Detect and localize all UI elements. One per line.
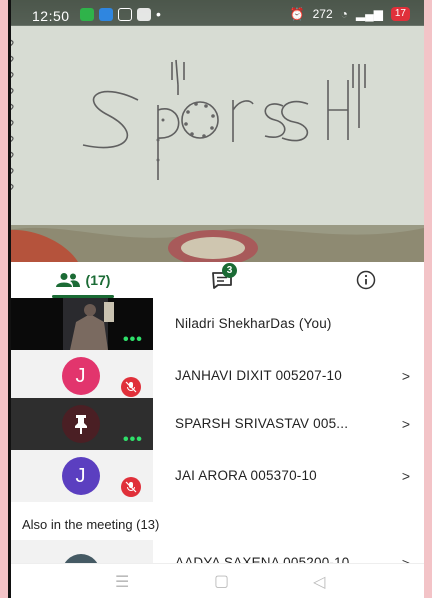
system-navigation-bar: ☰ ▢ ◁	[8, 563, 424, 598]
participant-row[interactable]: ••• Niladri ShekharDas (You)	[8, 298, 424, 350]
avatar: J	[61, 457, 100, 495]
message-icon	[137, 8, 151, 21]
chevron-right-icon[interactable]: >	[402, 548, 410, 563]
status-bar: 12:50 • ⏰ 272 ◔ ▂▄▆ 17	[8, 0, 424, 30]
participant-name: JAI ARORA 005370-10	[175, 468, 317, 483]
chevron-right-icon[interactable]: >	[402, 350, 410, 402]
chevron-right-icon[interactable]: >	[402, 450, 410, 502]
chat-unread-badge: 3	[222, 263, 237, 278]
avatar: J	[61, 357, 100, 395]
meet-app-screen: 12:50 • ⏰ 272 ◔ ▂▄▆ 17 (17) 3 ••• Niladr…	[8, 0, 424, 598]
participant-name: SPARSH SRIVASTAV 005...	[175, 416, 349, 431]
more-options-icon[interactable]: •••	[123, 431, 143, 449]
also-in-meeting-header: Also in the meeting (13)	[22, 517, 160, 532]
tab-people[interactable]: (17)	[38, 262, 128, 298]
app-notification-icon	[80, 8, 94, 21]
participant-tile: A	[8, 540, 153, 563]
app-notification-icon	[99, 8, 113, 21]
alarm-icon: ⏰	[289, 7, 305, 21]
microphone-off-icon	[121, 377, 141, 397]
battery-indicator: 17	[390, 7, 410, 21]
avatar	[61, 405, 100, 443]
main-video-feed[interactable]: 12:50 • ⏰ 272 ◔ ▂▄▆ 17	[8, 0, 424, 262]
data-speed: 272	[312, 7, 333, 21]
wifi-icon: ◔	[340, 7, 348, 21]
pin-icon	[74, 415, 87, 434]
signal-icon: ▂▄▆	[355, 7, 383, 21]
participant-name: JANHAVI DIXIT 005207-10	[175, 368, 342, 383]
info-icon	[356, 270, 376, 290]
tab-bar: (17) 3	[8, 262, 424, 299]
participant-row[interactable]: J JAI ARORA 005370-10 >	[8, 450, 424, 502]
home-icon[interactable]: ▢	[214, 571, 229, 591]
more-options-icon[interactable]: •••	[123, 331, 143, 349]
people-count: (17)	[85, 272, 111, 288]
tab-info[interactable]	[346, 262, 386, 298]
back-icon[interactable]: ◁	[313, 572, 325, 592]
recent-apps-icon[interactable]: ☰	[115, 572, 129, 592]
people-icon	[55, 273, 80, 287]
frame-edge	[8, 0, 11, 598]
video-drawing	[8, 0, 424, 262]
game-controller-icon	[118, 8, 132, 21]
chevron-right-icon[interactable]: >	[402, 398, 410, 450]
participant-name: Niladri ShekharDas (You)	[175, 316, 332, 331]
participant-row[interactable]: A AADYA SAXENA 005200-10 >	[8, 540, 424, 563]
status-time: 12:50	[32, 8, 70, 24]
tab-chat[interactable]: 3	[203, 262, 243, 298]
status-right: ⏰ 272 ◔ ▂▄▆ 17	[290, 7, 410, 21]
avatar: A	[61, 554, 100, 563]
microphone-off-icon	[121, 477, 141, 497]
participant-name: AADYA SAXENA 005200-10	[175, 555, 350, 563]
dot-icon: •	[156, 6, 161, 22]
participant-row[interactable]: J JANHAVI DIXIT 005207-10 >	[8, 350, 424, 402]
participant-row[interactable]: ••• SPARSH SRIVASTAV 005... >	[8, 398, 424, 450]
notification-icons: •	[80, 6, 161, 22]
